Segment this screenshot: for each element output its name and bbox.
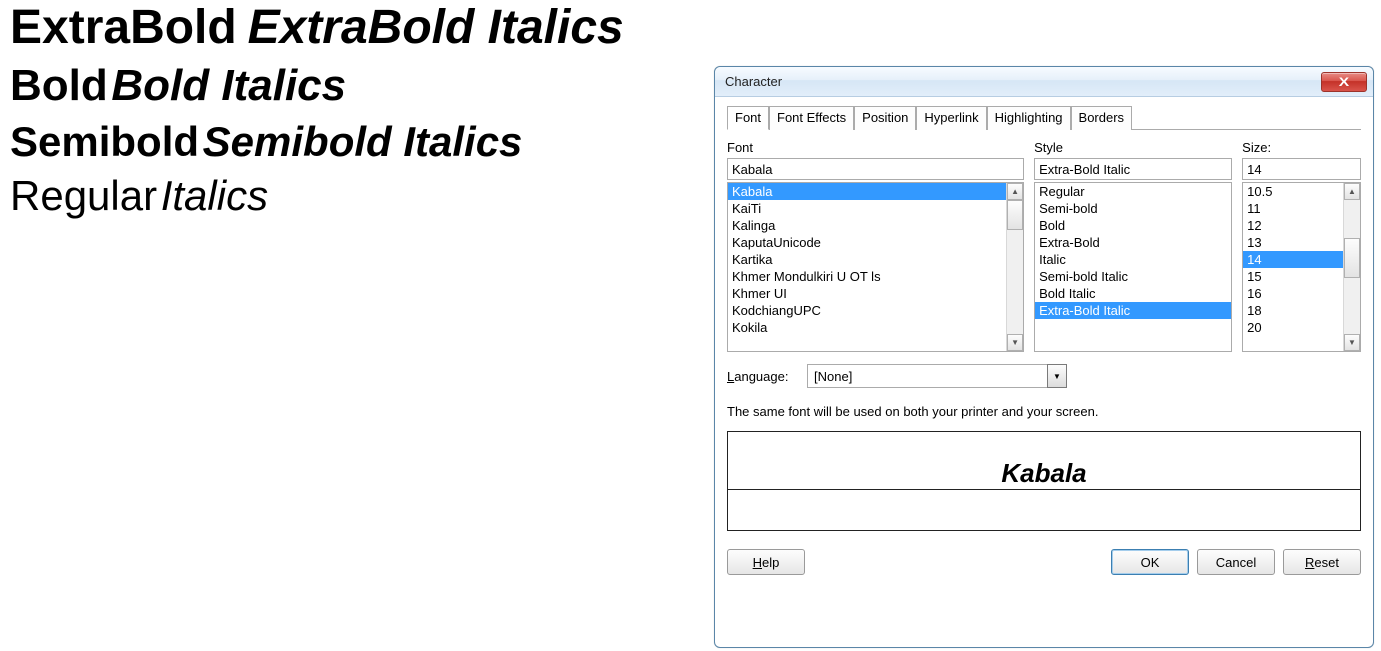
dropdown-icon[interactable]: ▼ [1047, 364, 1067, 388]
list-item[interactable]: Khmer UI [728, 285, 1006, 302]
list-item[interactable]: Italic [1035, 251, 1231, 268]
scroll-down-icon[interactable]: ▼ [1344, 334, 1360, 351]
list-item[interactable]: Khmer Mondulkiri U OT ls [728, 268, 1006, 285]
style-label: Style [1034, 140, 1232, 155]
preview-text: Kabala [1001, 458, 1086, 489]
tab-bar: Font Font Effects Position Hyperlink Hig… [727, 105, 1361, 130]
list-item[interactable]: KaputaUnicode [728, 234, 1006, 251]
titlebar[interactable]: Character X [715, 67, 1373, 97]
list-item[interactable]: 16 [1243, 285, 1343, 302]
list-item[interactable]: Kabala [728, 183, 1006, 200]
list-item[interactable]: 15 [1243, 268, 1343, 285]
list-item[interactable]: Extra-Bold Italic [1035, 302, 1231, 319]
sample-italic: Italics [161, 172, 268, 219]
tab-borders[interactable]: Borders [1071, 106, 1133, 130]
language-label: Language: [727, 369, 797, 384]
list-item[interactable]: 11 [1243, 200, 1343, 217]
tab-font[interactable]: Font [727, 106, 769, 130]
list-item[interactable]: 18 [1243, 302, 1343, 319]
tab-font-effects[interactable]: Font Effects [769, 106, 854, 130]
list-item[interactable]: 14 [1243, 251, 1343, 268]
scroll-up-icon[interactable]: ▲ [1344, 183, 1360, 200]
list-item[interactable]: Kartika [728, 251, 1006, 268]
tab-position[interactable]: Position [854, 106, 916, 130]
character-dialog: Character X Font Font Effects Position H… [714, 66, 1374, 648]
font-input[interactable] [727, 158, 1024, 180]
list-item[interactable]: Semi-bold [1035, 200, 1231, 217]
font-preview: Kabala [727, 431, 1361, 531]
ok-button[interactable]: OK [1111, 549, 1189, 575]
sample-bold-italic: Bold Italics [111, 61, 346, 110]
list-item[interactable]: 10.5 [1243, 183, 1343, 200]
sample-extrabold: ExtraBold [10, 1, 237, 54]
language-input[interactable] [807, 364, 1047, 388]
background-document: ExtraBold ExtraBold Italics Bold Bold It… [10, 0, 624, 226]
list-item[interactable]: 13 [1243, 234, 1343, 251]
dialog-title: Character [725, 74, 782, 89]
font-note: The same font will be used on both your … [727, 404, 1361, 419]
font-scrollbar[interactable]: ▲ ▼ [1006, 183, 1023, 351]
scroll-thumb[interactable] [1007, 200, 1023, 230]
style-list[interactable]: RegularSemi-boldBoldExtra-BoldItalicSemi… [1035, 183, 1231, 351]
close-button[interactable]: X [1321, 72, 1367, 92]
list-item[interactable]: 12 [1243, 217, 1343, 234]
list-item[interactable]: Bold [1035, 217, 1231, 234]
scroll-down-icon[interactable]: ▼ [1007, 334, 1023, 351]
tab-highlighting[interactable]: Highlighting [987, 106, 1071, 130]
scroll-up-icon[interactable]: ▲ [1007, 183, 1023, 200]
cancel-button[interactable]: Cancel [1197, 549, 1275, 575]
size-scrollbar[interactable]: ▲ ▼ [1343, 183, 1360, 351]
list-item[interactable]: KaiTi [728, 200, 1006, 217]
help-button[interactable]: Help [727, 549, 805, 575]
size-label: Size: [1242, 140, 1361, 155]
style-input[interactable] [1034, 158, 1232, 180]
reset-button[interactable]: Reset [1283, 549, 1361, 575]
list-item[interactable]: Bold Italic [1035, 285, 1231, 302]
font-label: Font [727, 140, 1024, 155]
sample-bold: Bold [10, 61, 108, 110]
list-item[interactable]: Kalinga [728, 217, 1006, 234]
sample-extrabold-italic: ExtraBold Italics [248, 1, 624, 54]
list-item[interactable]: Kokila [728, 319, 1006, 336]
sample-regular: Regular [10, 172, 157, 219]
sample-semibold-italic: Semibold Italics [203, 118, 523, 165]
language-combo[interactable]: ▼ [807, 364, 1067, 388]
list-item[interactable]: KodchiangUPC [728, 302, 1006, 319]
tab-hyperlink[interactable]: Hyperlink [916, 106, 986, 130]
list-item[interactable]: 20 [1243, 319, 1343, 336]
scroll-thumb[interactable] [1344, 238, 1360, 278]
size-input[interactable] [1242, 158, 1361, 180]
size-list[interactable]: 10.51112131415161820 [1243, 183, 1343, 351]
sample-semibold: Semibold [10, 118, 199, 165]
list-item[interactable]: Regular [1035, 183, 1231, 200]
close-icon: X [1339, 75, 1349, 89]
font-list[interactable]: KabalaKaiTiKalingaKaputaUnicodeKartikaKh… [728, 183, 1006, 351]
list-item[interactable]: Extra-Bold [1035, 234, 1231, 251]
list-item[interactable]: Semi-bold Italic [1035, 268, 1231, 285]
